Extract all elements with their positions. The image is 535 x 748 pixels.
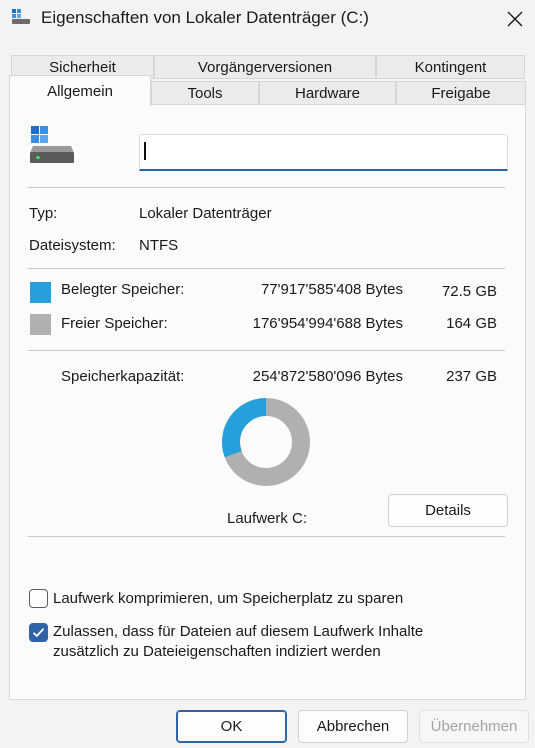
tab-tools[interactable]: Tools bbox=[151, 81, 259, 105]
tab-vorgaengerversionen[interactable]: Vorgängerversionen bbox=[154, 55, 376, 79]
drive-icon bbox=[12, 9, 30, 24]
tab-hardware[interactable]: Hardware bbox=[259, 81, 396, 105]
capacity-size: 237 GB bbox=[446, 368, 497, 385]
close-icon bbox=[507, 11, 523, 27]
compress-checkbox[interactable] bbox=[29, 589, 48, 608]
window-title: Eigenschaften von Lokaler Datenträger (C… bbox=[41, 8, 369, 27]
disk-usage-donut bbox=[222, 398, 310, 486]
capacity-bytes: 254'872'580'096 Bytes bbox=[252, 368, 403, 385]
used-space-size: 72.5 GB bbox=[441, 283, 497, 300]
divider bbox=[28, 350, 505, 351]
used-space-swatch bbox=[30, 282, 51, 303]
free-space-bytes: 176'954'994'688 Bytes bbox=[252, 315, 403, 332]
free-space-swatch bbox=[30, 314, 51, 335]
compress-label[interactable]: Laufwerk komprimieren, um Speicherplatz … bbox=[53, 590, 403, 607]
index-label-line1[interactable]: Zulassen, dass für Dateien auf diesem La… bbox=[53, 623, 423, 640]
used-space-bytes: 77'917'585'408 Bytes bbox=[260, 281, 403, 298]
filesystem-value: NTFS bbox=[139, 237, 179, 254]
tab-allgemein[interactable]: Allgemein bbox=[9, 75, 151, 106]
close-button[interactable] bbox=[500, 4, 530, 34]
local-disk-icon bbox=[30, 126, 74, 163]
tab-freigabe[interactable]: Freigabe bbox=[396, 81, 526, 105]
drive-name-input[interactable] bbox=[139, 134, 508, 171]
details-button[interactable]: Details bbox=[388, 494, 508, 527]
checkmark-icon bbox=[32, 628, 45, 638]
cancel-button[interactable]: Abbrechen bbox=[298, 710, 408, 743]
apply-button[interactable]: Übernehmen bbox=[419, 710, 529, 743]
tab-kontingent[interactable]: Kontingent bbox=[376, 55, 525, 79]
text-caret bbox=[144, 142, 146, 160]
type-label: Typ: bbox=[29, 205, 58, 222]
divider bbox=[28, 536, 505, 537]
free-space-label: Freier Speicher: bbox=[61, 315, 168, 332]
index-label-line2[interactable]: zusätzlich zu Dateieigenschaften indizie… bbox=[53, 643, 381, 660]
index-checkbox[interactable] bbox=[29, 623, 48, 642]
used-space-label: Belegter Speicher: bbox=[61, 281, 185, 298]
type-value: Lokaler Datenträger bbox=[139, 205, 272, 222]
drive-caption: Laufwerk C: bbox=[227, 510, 308, 527]
ok-button[interactable]: OK bbox=[176, 710, 287, 743]
divider bbox=[28, 187, 505, 188]
divider bbox=[28, 268, 505, 269]
capacity-label: Speicherkapazität: bbox=[61, 368, 185, 385]
filesystem-label: Dateisystem: bbox=[29, 237, 116, 254]
free-space-size: 164 GB bbox=[446, 315, 497, 332]
